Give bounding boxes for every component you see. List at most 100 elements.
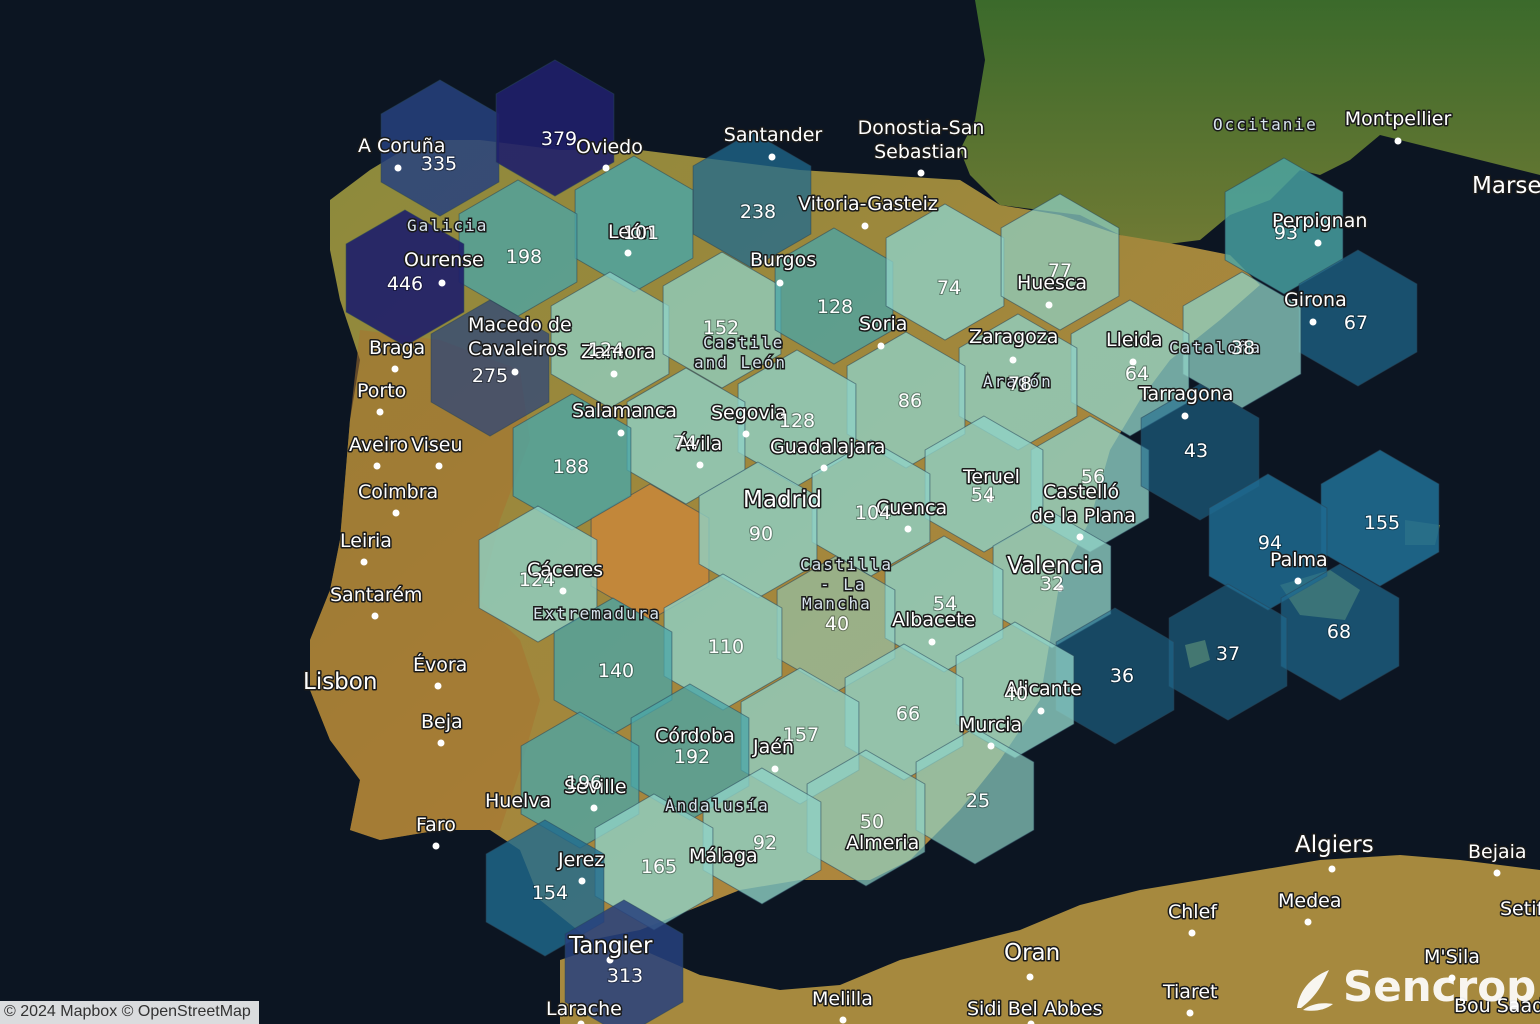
city-label[interactable]: Chlef (1167, 900, 1220, 925)
city-label[interactable]: Donostia-San (856, 116, 986, 141)
city-label[interactable]: Sidi Bel Abbes (966, 997, 1104, 1022)
hexbin-count: 50 (860, 811, 884, 833)
city-marker (435, 462, 443, 470)
city-label[interactable]: Lisbon (302, 668, 379, 697)
city-label[interactable]: Almeria (845, 831, 921, 856)
city-label[interactable]: Viseu (410, 433, 465, 458)
city-marker (1304, 918, 1312, 926)
hexbin-count: 124 (588, 339, 624, 361)
hexbin-count: 90 (749, 523, 773, 545)
city-label[interactable]: Soria (858, 312, 909, 337)
city-label[interactable]: Bejaia (1467, 840, 1529, 865)
hexbin-count: 37 (1216, 643, 1240, 665)
city-label[interactable]: Santarém (329, 583, 424, 608)
city-label[interactable]: Zaragoza (968, 325, 1060, 350)
brand-name: Sencrop (1343, 962, 1537, 1011)
map-attribution[interactable]: © 2024 Mapbox © OpenStreetMap (0, 1001, 259, 1024)
hexbin-count: 446 (387, 273, 423, 295)
city-label[interactable]: Vitoria-Gasteiz (797, 192, 940, 217)
city-label[interactable]: Melilla (811, 987, 875, 1012)
city-marker (437, 739, 445, 747)
hexbin-count: 379 (541, 128, 577, 150)
city-label[interactable]: Málaga (688, 844, 760, 869)
hexbin-count: 155 (1364, 512, 1400, 534)
city-marker (610, 370, 618, 378)
city-marker (1186, 1009, 1194, 1017)
hexbin-count: 74 (937, 277, 961, 299)
city-marker (373, 462, 381, 470)
region-label: and León (694, 353, 787, 372)
region-label: Occitanie (1213, 115, 1318, 134)
city-label[interactable]: Medea (1277, 889, 1343, 914)
city-label[interactable]: Tangier (567, 932, 655, 961)
city-marker (1309, 318, 1317, 326)
hexbin-count: 275 (472, 365, 508, 387)
city-label[interactable]: Santander (722, 123, 824, 148)
city-label[interactable]: Ourense (403, 248, 486, 273)
city-label[interactable]: Guadalajara (769, 435, 887, 460)
city-label[interactable]: Segovia (710, 401, 789, 426)
hexbin-count: 124 (519, 569, 555, 591)
city-marker (394, 164, 402, 172)
city-marker (1026, 973, 1034, 981)
hexbin-count: 74 (673, 432, 697, 454)
city-label[interactable]: Murcia (958, 713, 1024, 738)
city-label[interactable]: Beja (420, 710, 465, 735)
city-label[interactable]: Montpellier (1343, 107, 1453, 132)
city-label[interactable]: Algiers (1294, 831, 1376, 860)
city-label[interactable]: Larache (545, 997, 624, 1022)
city-label[interactable]: Girona (1283, 288, 1349, 313)
hexbin-count: 78 (1008, 373, 1032, 395)
city-label[interactable]: Huelva (484, 789, 553, 814)
hexbin-count: 140 (598, 660, 634, 682)
hexbin-count: 104 (855, 502, 891, 524)
city-label[interactable]: Macedo de (467, 313, 574, 338)
region-label: Galicia (407, 216, 488, 235)
hexbin-count: 192 (674, 746, 710, 768)
city-label[interactable]: Tiaret (1161, 980, 1219, 1005)
city-label[interactable]: Oviedo (575, 135, 645, 160)
city-marker (376, 408, 384, 416)
city-marker (861, 222, 869, 230)
hexbin-count: 40 (1004, 683, 1028, 705)
city-label[interactable]: Córdoba (654, 724, 737, 749)
city-marker (1394, 137, 1402, 145)
city-label[interactable]: Aveiro (348, 433, 410, 458)
city-label[interactable]: de la Plana (1030, 504, 1138, 529)
hexbin-count: 94 (1258, 532, 1282, 554)
city-label[interactable]: Salamanca (571, 399, 679, 424)
region-label: Andalusía (665, 796, 770, 815)
city-label[interactable]: Sebastian (873, 140, 970, 165)
city-marker (1045, 301, 1053, 309)
hexbin-count: 68 (1327, 621, 1351, 643)
city-label[interactable]: Oran (1003, 939, 1062, 968)
hexbin-count: 196 (566, 772, 602, 794)
city-label[interactable]: Braga (368, 336, 427, 361)
hexbin-count: 154 (532, 882, 568, 904)
city-label[interactable]: Tarragona (1137, 382, 1235, 407)
city-label[interactable]: Jerez (556, 848, 606, 873)
city-label[interactable]: Coimbra (357, 480, 440, 505)
city-label[interactable]: Lleida (1105, 328, 1165, 353)
city-marker (617, 429, 625, 437)
hexbin-count: 110 (708, 636, 744, 658)
city-label[interactable]: Burgos (749, 248, 818, 273)
hexbin-count: 64 (1125, 363, 1149, 385)
city-label[interactable]: Évora (412, 652, 469, 678)
city-marker (578, 877, 586, 885)
hexbin-count: 77 (1048, 260, 1072, 282)
city-marker (590, 804, 598, 812)
city-label[interactable]: Faro (415, 813, 458, 838)
city-label[interactable]: Leiria (339, 529, 394, 554)
hexbin-count: 238 (740, 201, 776, 223)
city-label[interactable]: Setif (1499, 897, 1540, 922)
city-label[interactable]: Porto (356, 379, 408, 404)
city-label[interactable]: Marse (1471, 172, 1540, 201)
city-label[interactable]: Cavaleiros (467, 337, 569, 362)
city-marker (1009, 356, 1017, 364)
city-marker (987, 742, 995, 750)
map-canvas[interactable]: A Coruña OviedoSantander Donostia-SanSebas… (0, 0, 1540, 1024)
hexbin-count: 25 (966, 790, 990, 812)
city-marker (928, 638, 936, 646)
city-label[interactable]: Madrid (742, 486, 824, 515)
